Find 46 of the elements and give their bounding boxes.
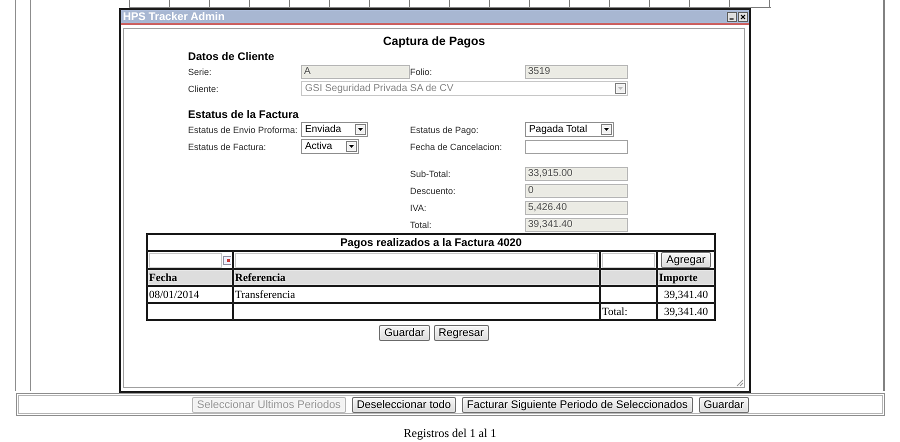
toolbar-button[interactable]: Facturar Siguiente Periodo de Seleccionados	[462, 396, 693, 412]
caret-icon	[618, 87, 623, 90]
close-icon[interactable]	[738, 12, 748, 22]
column-header: Referencia	[233, 269, 600, 286]
section-heading: Datos de Cliente	[188, 51, 276, 63]
toolbar-button[interactable]: Guardar	[698, 396, 749, 412]
field-label: Fecha de Cancelacion:	[410, 142, 504, 152]
field-label: Estatus de Pago:	[410, 124, 480, 134]
table-cell: 08/01/2014	[147, 286, 233, 303]
dropdown[interactable]: Enviada	[301, 122, 368, 137]
section-heading: Estatus de la Factura	[188, 109, 300, 121]
field-label: Estatus de Envio Proforma:	[188, 124, 299, 134]
dropdown[interactable]: Pagada Total	[525, 122, 614, 137]
field-label: Cliente:	[188, 84, 220, 94]
add-button[interactable]: Agregar	[661, 252, 711, 268]
field-label: Folio:	[410, 66, 434, 76]
table-cell: 39,341.40	[657, 303, 715, 320]
field-label: Total:	[410, 220, 433, 230]
caret-icon	[358, 128, 364, 131]
amount-field[interactable]	[602, 252, 655, 268]
form-button[interactable]: Guardar	[379, 325, 430, 341]
field-label: IVA:	[410, 202, 428, 212]
table-title: Pagos realizados a la Factura 4020	[340, 236, 522, 248]
window-title: HPS Tracker Admin	[123, 10, 225, 22]
text-field[interactable]	[525, 140, 628, 154]
field-label: Descuento:	[410, 186, 457, 196]
calendar-icon[interactable]	[223, 256, 231, 264]
form-title: Captura de Pagos	[382, 34, 486, 48]
field-label: Serie:	[188, 66, 213, 76]
table-cell: Total:	[600, 303, 657, 320]
field-label: Estatus de Factura:	[188, 142, 268, 152]
record-count: Registros del 1 al 1	[404, 426, 496, 440]
field-label: Sub-Total:	[410, 168, 452, 178]
date-field[interactable]	[149, 252, 222, 268]
minimize-icon[interactable]	[727, 12, 737, 22]
column-header: Fecha	[147, 269, 233, 286]
resize-grip-icon[interactable]	[736, 379, 744, 387]
dropdown[interactable]: Activa	[301, 139, 360, 154]
form-button[interactable]: Regresar	[434, 325, 489, 341]
caret-icon	[604, 128, 610, 131]
reference-field[interactable]	[235, 252, 598, 268]
toolbar-button[interactable]: Deseleccionar todo	[352, 396, 456, 412]
table-cell: Transferencia	[233, 286, 600, 303]
column-header: Importe	[657, 269, 715, 286]
caret-icon	[349, 145, 354, 148]
table-cell: 39,341.40	[657, 286, 715, 303]
